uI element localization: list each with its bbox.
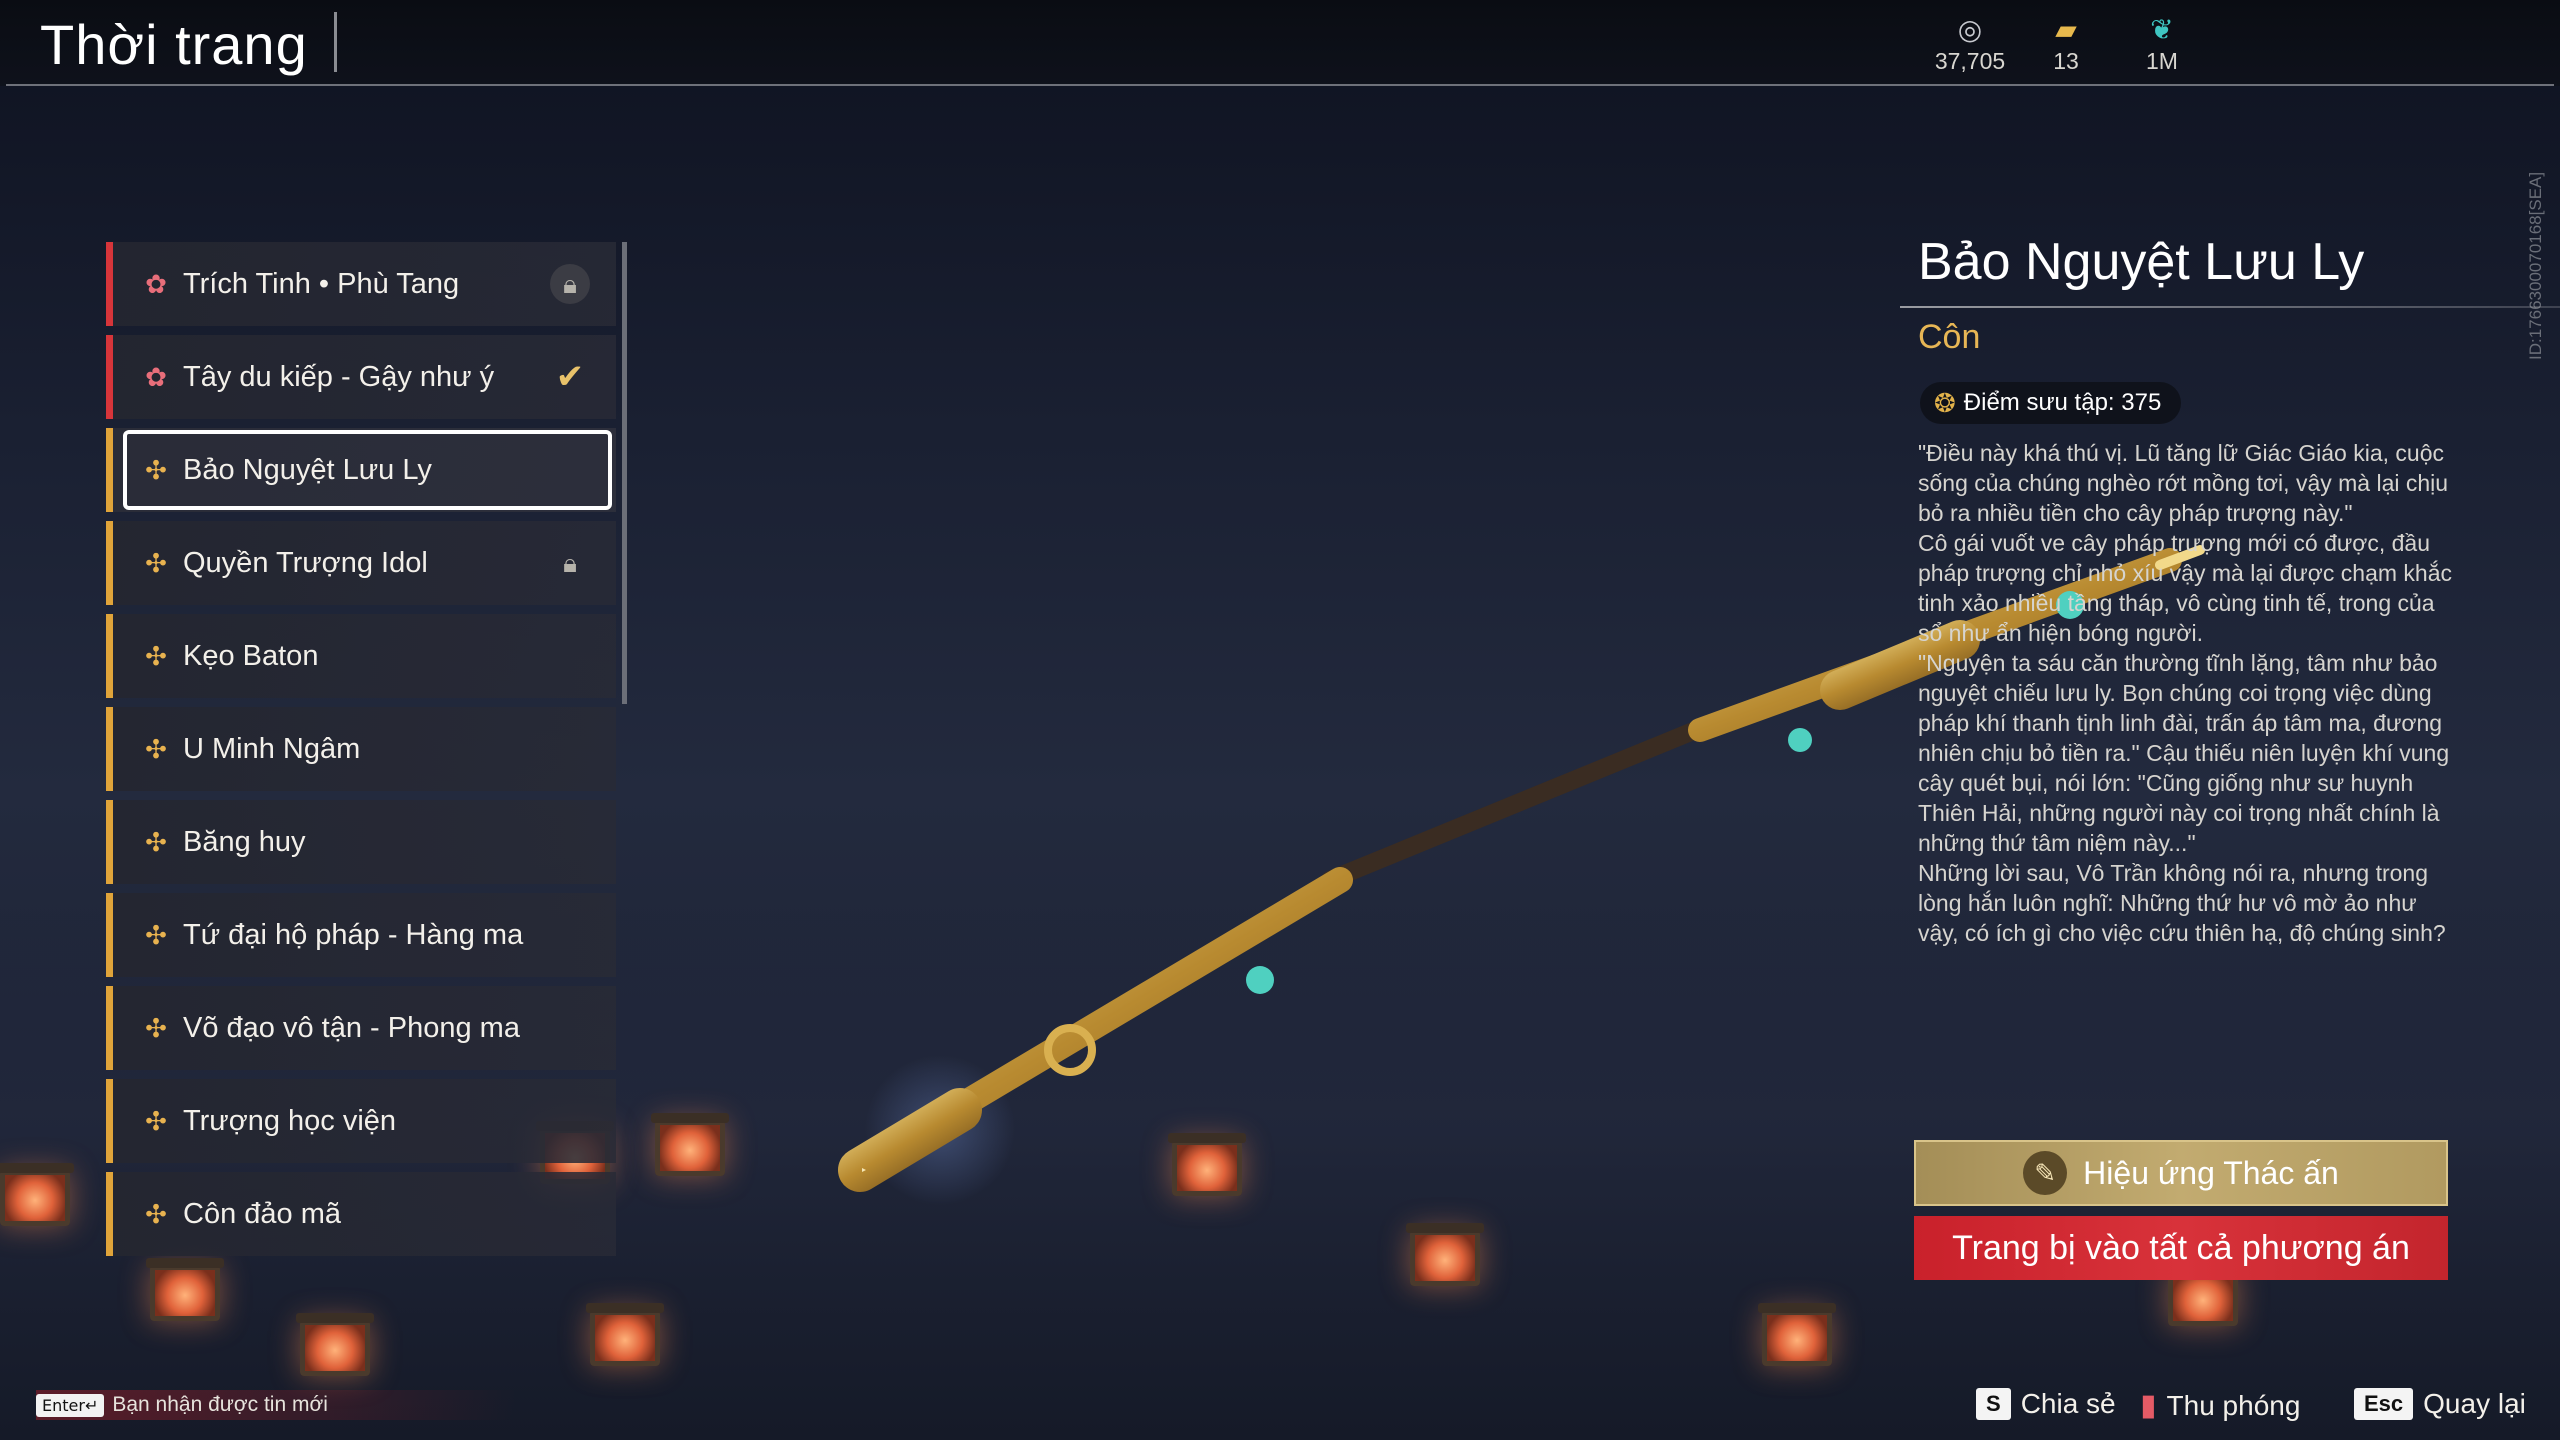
floating-lantern	[1168, 1133, 1246, 1196]
list-item[interactable]: ✣ Kẹo Baton	[106, 614, 616, 698]
share-label: Chia sẻ	[2020, 1388, 2116, 1419]
notification-text: Bạn nhận được tin mới	[112, 1393, 328, 1416]
collection-points-badge: ❂ Điểm sưu tập: 375	[1920, 382, 2182, 424]
list-item[interactable]: ✣ Tứ đại hộ pháp - Hàng ma	[106, 893, 616, 977]
zoom-hint[interactable]: ▮ Thu phóng	[2140, 1388, 2300, 1423]
rarity-cross-icon: ✣	[145, 1105, 167, 1136]
list-scrollbar[interactable]	[622, 242, 627, 704]
floating-lantern	[651, 1113, 729, 1176]
page-title: Thời trang	[40, 13, 308, 76]
title-divider	[334, 12, 337, 72]
new-message-notification[interactable]: Enter↵ Bạn nhận được tin mới	[36, 1390, 516, 1420]
back-label: Quay lại	[2423, 1388, 2526, 1419]
list-item-label: Quyền Trượng Idol	[183, 546, 428, 579]
list-item-label: Tứ đại hộ pháp - Hàng ma	[183, 918, 524, 951]
rarity-cross-icon: ✣	[145, 640, 167, 671]
rarity-cross-icon: ✣	[145, 547, 167, 578]
item-type: Côn	[1918, 318, 1981, 356]
list-item-label: Bảo Nguyệt Lưu Ly	[183, 453, 432, 486]
list-item-label: Kẹo Baton	[183, 639, 319, 672]
floating-lantern	[1758, 1303, 1836, 1366]
list-item-label: Trượng học viện	[183, 1104, 397, 1137]
rarity-flower-icon: ✿	[145, 361, 167, 392]
rarity-cross-icon: ✣	[145, 826, 167, 857]
top-bar: Thời trang ◎ 37,705 ▰ 13 ❦ 1M	[0, 0, 2560, 86]
brush-icon: ✎	[2023, 1151, 2068, 1195]
top-bar-divider	[6, 84, 2554, 86]
equip-all-button[interactable]: Trang bị vào tất cả phương án	[1914, 1216, 2448, 1280]
back-hint[interactable]: Esc Quay lại	[2354, 1388, 2526, 1420]
imprint-effect-label: Hiệu ứng Thác ấn	[2083, 1154, 2339, 1191]
zoom-label: Thu phóng	[2166, 1389, 2301, 1421]
list-item-label: Võ đạo vô tận - Phong ma	[183, 1011, 520, 1044]
rarity-cross-icon: ✣	[145, 454, 167, 485]
floating-lantern	[146, 1258, 224, 1321]
list-item-selected[interactable]: ✣ Bảo Nguyệt Lưu Ly	[106, 428, 616, 512]
rarity-flower-icon: ✿	[145, 268, 167, 299]
lock-icon: 🔒︎	[550, 264, 590, 304]
list-item[interactable]: ✣ Quyền Trượng Idol 🔒︎	[106, 521, 616, 605]
lock-icon: 🔒︎	[563, 548, 577, 578]
list-item[interactable]: ✣ Trượng học viện	[106, 1079, 616, 1163]
equipped-check-icon: ✔	[555, 358, 585, 396]
esc-key: Esc	[2354, 1388, 2414, 1420]
item-name-underline	[1900, 306, 2560, 308]
list-item-label: Băng huy	[183, 825, 306, 858]
player-id: ID:1766300070168[SEA]	[2526, 171, 2545, 360]
equip-all-label: Trang bị vào tất cả phương án	[1952, 1228, 2410, 1267]
list-item-label: U Minh Ngâm	[183, 732, 361, 765]
list-item[interactable]: ✿ Tây du kiếp - Gậy như ý ✔	[106, 335, 616, 419]
list-item[interactable]: ✣ U Minh Ngâm	[106, 707, 616, 791]
list-item[interactable]: ✿ Trích Tinh • Phù Tang 🔒︎	[106, 242, 616, 326]
collection-coin-icon: ❂	[1934, 387, 1956, 418]
share-key: S	[1976, 1388, 2011, 1420]
list-item[interactable]: ✣ Côn đảo mã	[106, 1172, 616, 1256]
currency-jade-value: 1M	[2146, 48, 2178, 74]
mouse-icon: ▮	[2140, 1389, 2157, 1422]
jade-feather-icon: ❦	[2150, 14, 2174, 45]
rarity-cross-icon: ✣	[145, 1198, 167, 1229]
imprint-effect-button[interactable]: ✎ Hiệu ứng Thác ấn	[1914, 1140, 2448, 1206]
rarity-cross-icon: ✣	[145, 919, 167, 950]
list-item[interactable]: ✣ Băng huy	[106, 800, 616, 884]
list-item-label: Trích Tinh • Phù Tang	[183, 267, 460, 300]
floating-lantern	[586, 1303, 664, 1366]
collection-points-label: Điểm sưu tập: 375	[1963, 389, 2162, 416]
item-name: Bảo Nguyệt Lưu Ly	[1918, 233, 2365, 291]
enter-key-icon: Enter↵	[36, 1393, 105, 1417]
outfit-list: ✿ Trích Tinh • Phù Tang 🔒︎ ✿ Tây du kiếp…	[106, 242, 616, 1265]
list-item-label: Côn đảo mã	[183, 1197, 341, 1230]
currency-jade[interactable]: ❦ 1M	[2102, 14, 2222, 75]
floating-lantern	[1406, 1223, 1484, 1286]
rarity-cross-icon: ✣	[145, 733, 167, 764]
list-item[interactable]: ✣ Võ đạo vô tận - Phong ma	[106, 986, 616, 1070]
list-item-label: Tây du kiếp - Gậy như ý	[183, 360, 495, 393]
rarity-cross-icon: ✣	[145, 1012, 167, 1043]
floating-lantern	[296, 1313, 374, 1376]
item-description: "Điều này khá thú vị. Lũ tăng lữ Giác Gi…	[1918, 440, 2452, 946]
share-hint[interactable]: S Chia sẻ	[1976, 1388, 2116, 1420]
floating-lantern	[0, 1163, 74, 1226]
